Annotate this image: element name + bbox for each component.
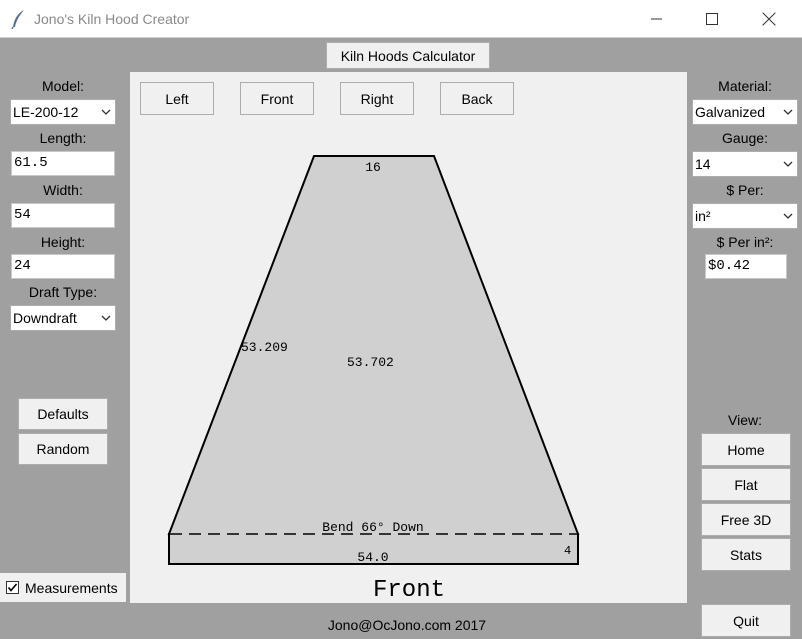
random-button[interactable]: Random bbox=[18, 433, 108, 465]
minimize-icon bbox=[651, 18, 662, 19]
per-unit-select[interactable]: in² bbox=[692, 203, 798, 229]
measurements-checkbox[interactable]: Measurements bbox=[0, 573, 126, 602]
length-input[interactable]: 61.5 bbox=[11, 151, 115, 176]
chevron-down-icon bbox=[101, 109, 111, 115]
height-input[interactable]: 24 bbox=[11, 254, 115, 279]
drawing-canvas: Left Front Right Back 16 53.209 53.702 B… bbox=[130, 72, 687, 603]
feather-icon bbox=[11, 10, 24, 29]
bottom-width-label: 54.0 bbox=[357, 550, 388, 565]
height-label: Height: bbox=[40, 234, 86, 250]
defaults-button[interactable]: Defaults bbox=[18, 398, 108, 430]
draft-type-label: Draft Type: bbox=[28, 284, 98, 300]
home-button[interactable]: Home bbox=[701, 433, 791, 466]
measurements-label: Measurements bbox=[25, 579, 118, 596]
view-name-label: Front bbox=[373, 577, 445, 603]
material-select[interactable]: Galvanized bbox=[692, 99, 798, 125]
top-width-label: 16 bbox=[365, 160, 381, 175]
model-select[interactable]: LE-200-12 bbox=[10, 99, 116, 125]
width-label: Width: bbox=[43, 182, 83, 198]
model-value: LE-200-12 bbox=[13, 104, 79, 120]
price-per-label: $ Per in²: bbox=[716, 234, 774, 250]
lip-height-label: 4 bbox=[564, 544, 571, 558]
stats-button[interactable]: Stats bbox=[701, 538, 791, 571]
maximize-icon bbox=[706, 12, 718, 25]
width-input[interactable]: 54 bbox=[11, 203, 115, 228]
per-unit-value: in² bbox=[695, 208, 711, 224]
hood-front-face bbox=[167, 155, 580, 535]
free-3d-button[interactable]: Free 3D bbox=[701, 503, 791, 536]
draft-type-value: Downdraft bbox=[13, 310, 77, 326]
flat-button[interactable]: Flat bbox=[701, 468, 791, 501]
gauge-label: Gauge: bbox=[722, 130, 768, 146]
material-label: Material: bbox=[718, 78, 772, 94]
length-label: Length: bbox=[39, 130, 87, 146]
chevron-down-icon bbox=[783, 213, 793, 219]
draft-type-select[interactable]: Downdraft bbox=[10, 305, 116, 331]
material-value: Galvanized bbox=[695, 104, 766, 120]
chevron-down-icon bbox=[783, 109, 793, 115]
kiln-hoods-calculator-button[interactable]: Kiln Hoods Calculator bbox=[326, 42, 490, 69]
gauge-value: 14 bbox=[695, 156, 711, 172]
title-bar: Jono's Kiln Hood Creator bbox=[0, 0, 802, 38]
center-length-label: 53.702 bbox=[347, 355, 394, 370]
maximize-button[interactable] bbox=[689, 0, 735, 37]
model-label: Model: bbox=[41, 78, 85, 94]
window-title: Jono's Kiln Hood Creator bbox=[34, 11, 190, 27]
minimize-button[interactable] bbox=[634, 0, 680, 37]
close-button[interactable] bbox=[746, 0, 792, 37]
side-length-label: 53.209 bbox=[241, 340, 288, 355]
checkbox-checked-icon bbox=[6, 581, 19, 594]
bend-note: Bend 66° Down bbox=[322, 520, 423, 535]
chevron-down-icon bbox=[783, 161, 793, 167]
quit-button[interactable]: Quit bbox=[701, 604, 791, 637]
footer-credit: Jono@OcJono.com 2017 bbox=[327, 617, 487, 633]
gauge-select[interactable]: 14 bbox=[692, 151, 798, 177]
per-label: $ Per: bbox=[726, 182, 764, 198]
price-per-input[interactable]: $0.42 bbox=[705, 254, 787, 279]
hood-front-drawing: 16 53.209 53.702 Bend 66° Down 54.0 4 Fr… bbox=[167, 155, 580, 603]
chevron-down-icon bbox=[101, 315, 111, 321]
view-label: View: bbox=[728, 412, 762, 428]
close-icon bbox=[762, 12, 776, 25]
